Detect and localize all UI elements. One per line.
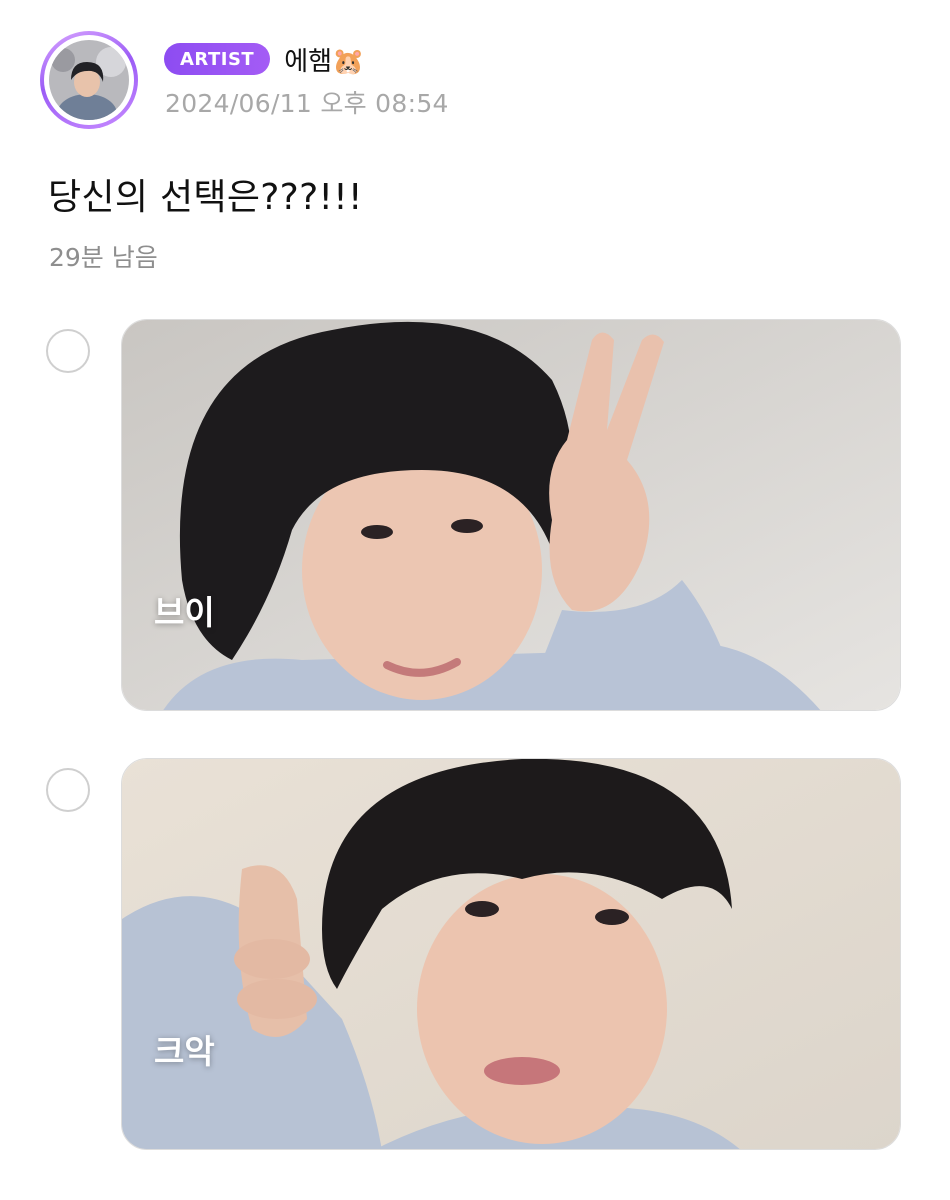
radio-button-option-1[interactable]	[46, 329, 90, 373]
artist-badge: ARTIST	[164, 43, 271, 75]
avatar-photo	[49, 40, 129, 120]
author-row: ARTIST 에햄🐹	[164, 41, 364, 78]
poll-time-remaining: 29분 남음	[49, 243, 158, 272]
avatar-frame	[44, 35, 134, 125]
radio-button-option-2[interactable]	[46, 768, 90, 812]
author-name[interactable]: 에햄🐹	[284, 41, 364, 78]
option-2-photo	[122, 759, 900, 1149]
poll-option-1[interactable]: 브이	[0, 319, 950, 711]
option-1-label: 브이	[154, 593, 215, 632]
option-2-image-card[interactable]: 크악	[121, 758, 901, 1150]
poll-question: 당신의 선택은???!!!	[48, 177, 363, 218]
post-timestamp: 2024/06/11 오후 08:54	[165, 89, 449, 118]
option-2-label: 크악	[154, 1032, 215, 1071]
author-avatar[interactable]	[40, 31, 138, 129]
option-1-photo	[122, 320, 900, 710]
option-1-image-card[interactable]: 브이	[121, 319, 901, 711]
poll-option-2[interactable]: 크악	[0, 758, 950, 1150]
